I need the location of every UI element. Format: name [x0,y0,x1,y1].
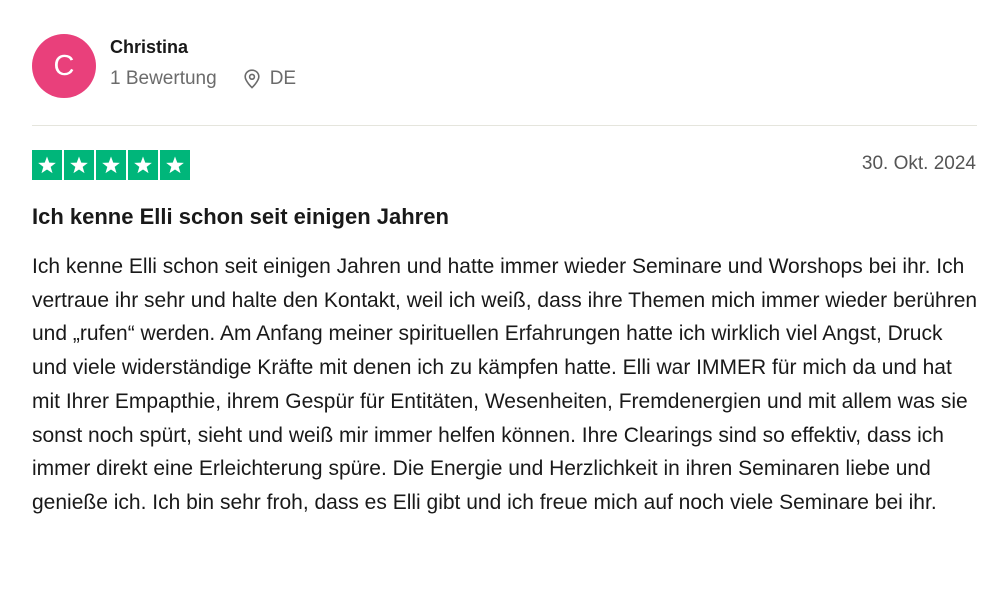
star-4 [128,150,158,180]
star-1 [32,150,62,180]
divider [32,125,977,126]
reviewer-meta: 1 Bewertung DE [110,68,296,90]
reviewer-location: DE [243,68,296,90]
review-card: C Christina 1 Bewertung DE 30. Okt. 2024… [0,0,1006,593]
country-code: DE [269,67,297,89]
star-icon [38,156,56,174]
star-rating [32,150,190,180]
reviewer-name[interactable]: Christina [110,37,296,58]
star-icon [102,156,120,174]
star-icon [70,156,88,174]
review-text: Ich kenne Elli schon seit einigen Jahren… [32,255,978,514]
star-2 [64,150,94,180]
star-icon [134,156,152,174]
reviewer-info: Christina 1 Bewertung DE [110,37,296,90]
review-date: 30. Okt. 2024 [861,153,976,174]
location-pin-icon [244,68,260,89]
star-icon [166,156,184,174]
avatar[interactable]: C [32,34,96,98]
star-3 [96,150,126,180]
review-title[interactable]: Ich kenne Elli schon seit einigen Jahren [32,204,449,230]
review-count: 1 Bewertung [110,67,217,89]
star-5 [160,150,190,180]
reviewer-header: C Christina 1 Bewertung DE [32,34,296,98]
